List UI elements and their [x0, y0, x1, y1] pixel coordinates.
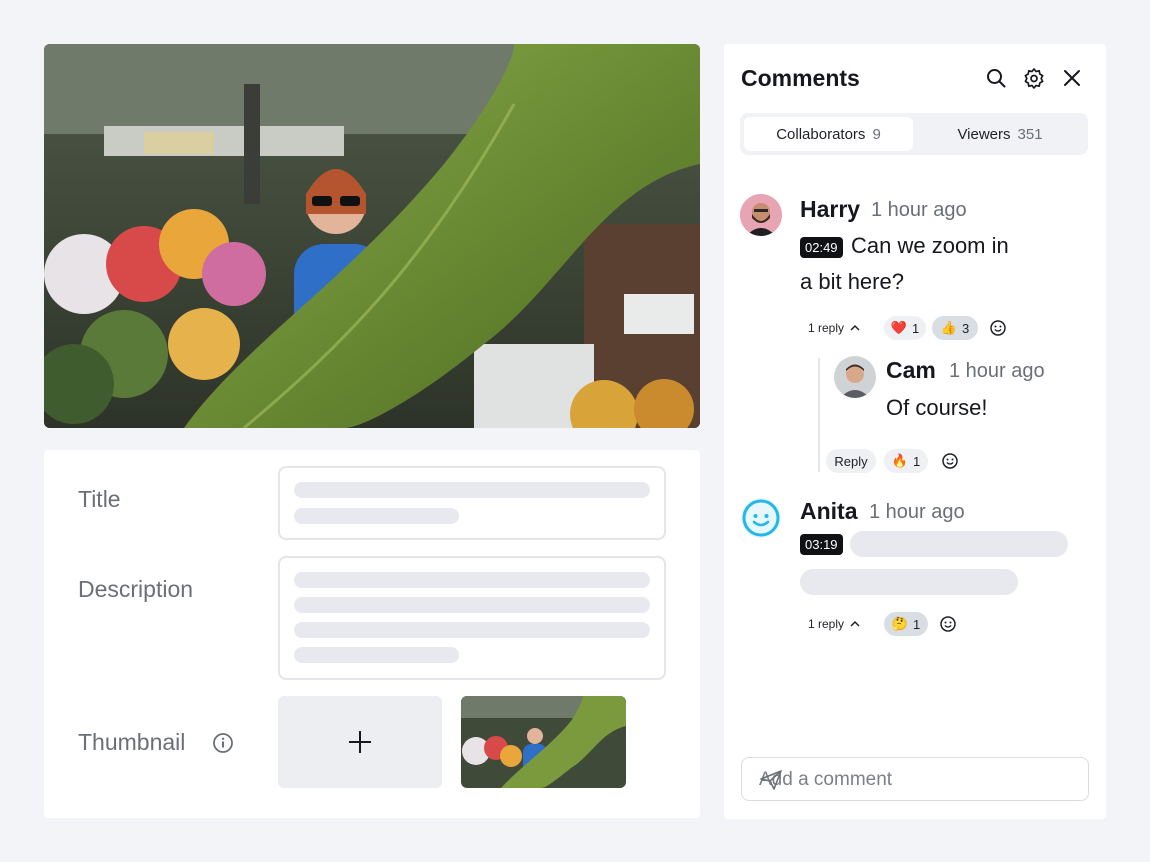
thumbnail-preview[interactable] [461, 696, 626, 788]
tab-viewers[interactable]: Viewers 351 [916, 117, 1084, 151]
comment-skeleton [850, 531, 1068, 557]
tab-count: 9 [872, 125, 881, 143]
reply-button[interactable]: Reply [826, 449, 876, 473]
reply-toggle[interactable]: 1 reply [808, 617, 860, 631]
search-icon[interactable] [985, 67, 1007, 89]
comment-time: 1 hour ago [949, 360, 1045, 382]
reply-count: 1 reply [808, 617, 845, 631]
timestamp-badge[interactable]: 02:49 [800, 237, 843, 258]
plus-icon [349, 731, 371, 753]
skeleton-line [294, 572, 650, 588]
add-reaction-icon[interactable] [989, 319, 1007, 337]
heart-emoji-icon: ❤️ [890, 320, 907, 335]
timestamp-badge[interactable]: 03:19 [800, 534, 843, 555]
thinking-emoji-icon: 🤔 [891, 616, 908, 631]
add-reaction-icon[interactable] [941, 452, 959, 470]
reaction-thumbs-up[interactable]: 👍 3 [932, 316, 978, 340]
comment-text: Of course! [886, 395, 988, 420]
reaction-fire[interactable]: 🔥 1 [884, 449, 928, 473]
thumbnail-label: Thumbnail [78, 729, 186, 755]
comment-author: Cam [886, 357, 936, 383]
comment-author: Anita [800, 498, 858, 524]
video-frame-image [44, 44, 700, 428]
skeleton-line [294, 597, 650, 613]
close-icon[interactable] [1061, 67, 1083, 89]
reply-label: Reply [834, 453, 868, 469]
comments-tabs: Collaborators 9 Viewers 351 [740, 113, 1088, 155]
avatar[interactable] [740, 497, 782, 539]
skeleton-line [294, 622, 650, 638]
add-comment-input[interactable]: Add a comment [741, 757, 1089, 801]
tab-collaborators[interactable]: Collaborators 9 [744, 117, 913, 151]
fire-emoji-icon: 🔥 [891, 453, 908, 468]
thumbnail-image [461, 696, 626, 788]
reaction-count: 1 [911, 320, 920, 336]
skeleton-line [294, 508, 459, 524]
avatar[interactable] [740, 194, 782, 236]
chevron-up-icon [850, 324, 860, 331]
send-icon[interactable] [759, 769, 1072, 797]
reply-toggle[interactable]: 1 reply [808, 321, 860, 335]
thumbnail-upload-button[interactable] [278, 696, 442, 788]
thumbs-up-emoji-icon: 👍 [940, 320, 957, 335]
video-preview[interactable] [44, 44, 700, 428]
tab-label: Collaborators [776, 125, 866, 143]
comment-text: Can we zoom in [851, 233, 1009, 258]
chevron-up-icon [850, 620, 860, 627]
reaction-heart[interactable]: ❤️ 1 [884, 316, 926, 340]
description-field[interactable] [278, 556, 666, 680]
comment-time: 1 hour ago [871, 199, 967, 221]
avatar[interactable] [834, 356, 876, 398]
reaction-count: 1 [912, 453, 921, 469]
comments-title: Comments [741, 65, 860, 91]
comment-time: 1 hour ago [869, 501, 965, 523]
skeleton-line [294, 482, 650, 498]
skeleton-line [294, 647, 459, 663]
title-field[interactable] [278, 466, 666, 540]
description-label: Description [78, 576, 194, 602]
comments-panel: Comments Collaborators 9 Viewers 351 Har… [724, 44, 1106, 819]
reaction-count: 1 [912, 616, 921, 632]
reaction-thinking[interactable]: 🤔 1 [884, 612, 928, 636]
tab-count: 351 [1017, 125, 1043, 143]
thread-line [818, 358, 820, 472]
tab-label: Viewers [957, 125, 1011, 143]
reply-count: 1 reply [808, 321, 845, 335]
comment-text: a bit here? [800, 269, 904, 294]
info-icon[interactable] [212, 732, 234, 759]
reaction-count: 3 [961, 320, 970, 336]
comment-author: Harry [800, 196, 861, 222]
add-reaction-icon[interactable] [939, 615, 957, 633]
gear-icon[interactable] [1023, 67, 1045, 89]
title-label: Title [78, 486, 121, 512]
comment-skeleton [800, 569, 1018, 595]
video-details-form: Title Description Thumbnail [44, 450, 700, 818]
